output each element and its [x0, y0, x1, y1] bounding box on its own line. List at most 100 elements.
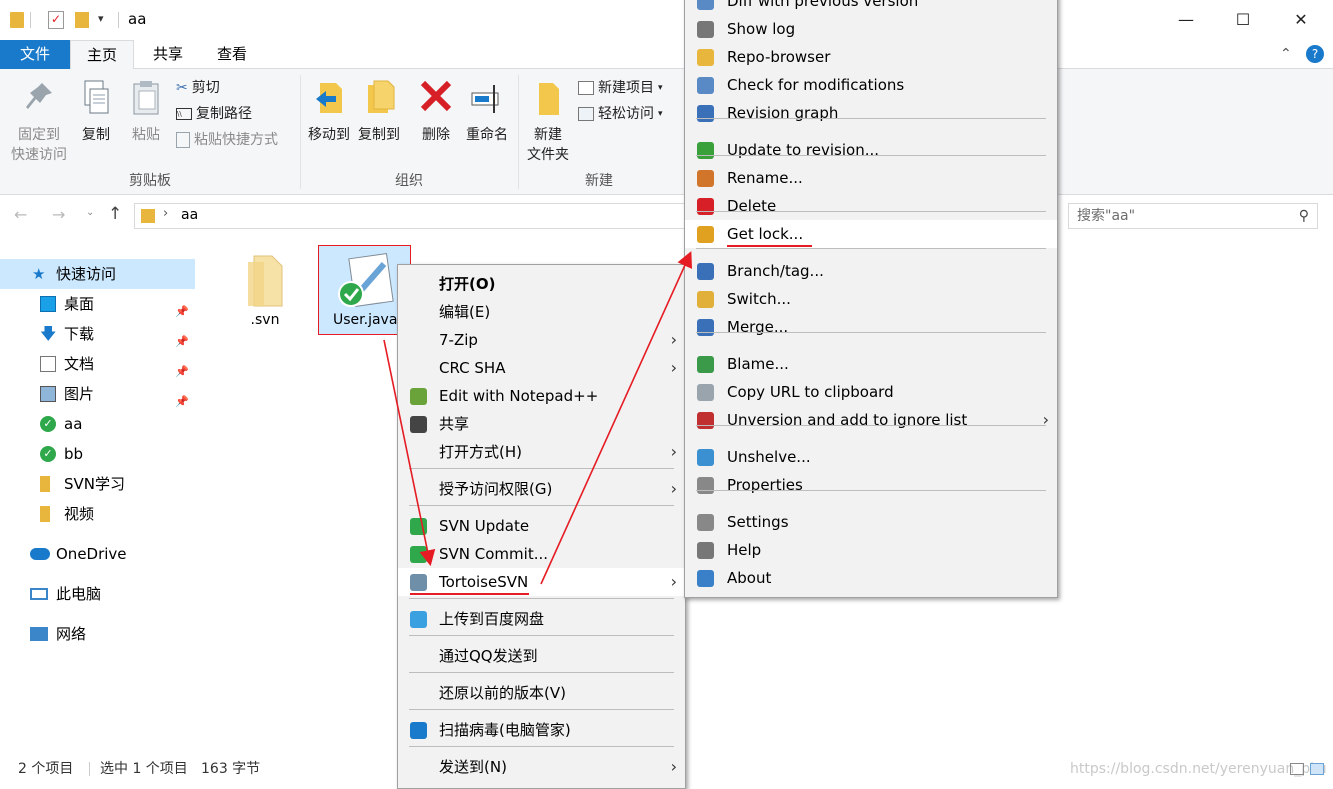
- context-menu-item[interactable]: 上传到百度网盘: [398, 605, 685, 633]
- customize-toolbar-icon[interactable]: ▾: [98, 12, 104, 32]
- svn-menu-item[interactable]: Settings: [685, 508, 1057, 536]
- svn-menu-item[interactable]: Switch...: [685, 285, 1057, 313]
- tab-file[interactable]: 文件: [0, 40, 70, 69]
- submenu-arrow-icon: ›: [1042, 410, 1049, 429]
- svn-menu-item[interactable]: About: [685, 564, 1057, 592]
- svn-menu-item[interactable]: Diff with previous version: [685, 0, 1057, 15]
- tab-view[interactable]: 查看: [204, 40, 260, 69]
- svn-menu-item[interactable]: Revision graph: [685, 99, 1057, 127]
- context-menu-item[interactable]: SVN Update: [398, 512, 685, 540]
- svn-menu-item[interactable]: Show log: [685, 15, 1057, 43]
- documents-icon: [40, 356, 56, 372]
- svn-menu-item[interactable]: Merge...: [685, 313, 1057, 341]
- help-icon[interactable]: ?: [1306, 45, 1324, 63]
- svn-menu-item[interactable]: Check for modifications: [685, 71, 1057, 99]
- context-menu-item[interactable]: 扫描病毒(电脑管家): [398, 716, 685, 744]
- nav-documents[interactable]: 文档 📌: [0, 349, 195, 379]
- new-folder-button[interactable]: 新建 文件夹: [522, 79, 574, 165]
- pin-quick-access-button[interactable]: 固定到 快速访问: [6, 79, 72, 165]
- up-icon[interactable]: ↑: [108, 204, 122, 224]
- new-item-button[interactable]: 新建项目 ▾: [578, 76, 663, 100]
- nav-pictures[interactable]: 图片 📌: [0, 379, 195, 409]
- tab-home[interactable]: 主页: [70, 40, 134, 70]
- svn-menu-item[interactable]: Help: [685, 536, 1057, 564]
- copy-to-label: 复制到: [358, 127, 400, 143]
- menu-item-label: 授予访问权限(G): [439, 480, 553, 498]
- nav-onedrive[interactable]: OneDrive: [0, 539, 195, 569]
- copy-to-button[interactable]: 复制到: [354, 79, 404, 145]
- svn-menu-item[interactable]: Repo-browser: [685, 43, 1057, 71]
- maximize-button[interactable]: ☐: [1230, 8, 1256, 32]
- svn-menu-item[interactable]: Copy URL to clipboard: [685, 378, 1057, 406]
- nav-quick-access[interactable]: ★ 快速访问: [0, 259, 195, 289]
- collapse-ribbon-icon[interactable]: ⌃: [1280, 46, 1292, 62]
- svn-menu-item[interactable]: Blame...: [685, 350, 1057, 378]
- file-item[interactable]: .svn: [228, 248, 302, 334]
- paste-button[interactable]: 粘贴: [126, 79, 166, 145]
- svn-menu-item[interactable]: Delete: [685, 192, 1057, 220]
- large-icons-view-icon[interactable]: [1310, 763, 1324, 775]
- menu-separator: [409, 635, 674, 636]
- nav-aa[interactable]: ✓ aa: [0, 409, 195, 439]
- details-view-icon[interactable]: [1290, 763, 1304, 775]
- context-menu-item[interactable]: 通过QQ发送到: [398, 642, 685, 670]
- context-menu-item[interactable]: 7-Zip ›: [398, 326, 685, 354]
- rename-button[interactable]: 重命名: [462, 79, 512, 145]
- menu-item-label: Update to revision...: [727, 141, 879, 159]
- context-menu-item[interactable]: 授予访问权限(G) ›: [398, 475, 685, 503]
- context-menu-item[interactable]: CRC SHA ›: [398, 354, 685, 382]
- context-menu-item[interactable]: 还原以前的版本(V): [398, 679, 685, 707]
- context-menu-item[interactable]: 编辑(E): [398, 298, 685, 326]
- svn-menu-item[interactable]: Get lock...: [685, 220, 1057, 248]
- paste-shortcut-button[interactable]: 粘贴快捷方式: [176, 128, 278, 152]
- address-box[interactable]: › aa: [134, 203, 694, 229]
- pin-label-1: 固定到: [18, 127, 60, 143]
- recent-locations-icon[interactable]: ⌄: [86, 207, 94, 218]
- cut-button[interactable]: ✂ 剪切: [176, 76, 220, 100]
- nav-bb[interactable]: ✓ bb: [0, 439, 195, 469]
- menu-item-label: Edit with Notepad++: [439, 387, 599, 405]
- context-menu-item[interactable]: 打开方式(H) ›: [398, 438, 685, 466]
- paste-shortcut-icon: [176, 132, 190, 148]
- context-menu-item[interactable]: 发送到(N) ›: [398, 753, 685, 781]
- minimize-button[interactable]: —: [1173, 8, 1199, 32]
- close-button[interactable]: ✕: [1288, 8, 1314, 32]
- rename-label: 重命名: [466, 127, 508, 143]
- nav-videos[interactable]: 视频: [0, 499, 195, 529]
- menu-item-label: 共享: [439, 415, 470, 433]
- copy-path-button[interactable]: \\ 复制路径: [176, 102, 252, 126]
- search-input[interactable]: 搜索"aa" ⚲: [1068, 203, 1318, 229]
- menu-item-label: 扫描病毒(电脑管家): [439, 721, 571, 739]
- context-menu-item[interactable]: TortoiseSVN ›: [398, 568, 685, 596]
- svn-menu-item-icon: [697, 21, 714, 38]
- copy-label: 复制: [82, 127, 110, 143]
- svn-menu-item[interactable]: Rename...: [685, 164, 1057, 192]
- cloud-icon: [30, 548, 50, 560]
- copy-button[interactable]: 复制: [76, 79, 116, 145]
- nav-desktop[interactable]: 桌面 📌: [0, 289, 195, 319]
- context-menu-item[interactable]: Edit with Notepad++: [398, 382, 685, 410]
- svn-menu-item[interactable]: Branch/tag...: [685, 257, 1057, 285]
- new-folder-icon[interactable]: [75, 12, 89, 28]
- nav-this-pc[interactable]: 此电脑: [0, 579, 195, 609]
- tab-share[interactable]: 共享: [140, 40, 196, 69]
- delete-button[interactable]: 删除: [416, 79, 456, 145]
- easy-access-button[interactable]: 轻松访问 ▾: [578, 102, 663, 126]
- properties-icon[interactable]: ✓: [48, 11, 64, 29]
- nav-network[interactable]: 网络: [0, 619, 195, 649]
- breadcrumb-aa[interactable]: aa: [181, 207, 198, 223]
- svn-menu-item-icon: [697, 542, 714, 559]
- move-to-button[interactable]: 移动到: [304, 79, 354, 145]
- nav-svn-study[interactable]: SVN学习: [0, 469, 195, 499]
- svn-menu-item[interactable]: Properties: [685, 471, 1057, 499]
- forward-icon[interactable]: →: [52, 205, 65, 224]
- context-menu-item[interactable]: SVN Commit...: [398, 540, 685, 568]
- nav-downloads[interactable]: 🡇 下载 📌: [0, 319, 195, 349]
- svn-menu-item[interactable]: Unshelve...: [685, 443, 1057, 471]
- context-menu-item[interactable]: 共享: [398, 410, 685, 438]
- svn-menu-item[interactable]: Update to revision...: [685, 136, 1057, 164]
- back-icon[interactable]: ←: [14, 205, 27, 224]
- context-menu-item[interactable]: 打开(O): [398, 270, 685, 298]
- svn-menu-item[interactable]: Unversion and add to ignore list ›: [685, 406, 1057, 434]
- svn-menu-item-icon: [697, 170, 714, 187]
